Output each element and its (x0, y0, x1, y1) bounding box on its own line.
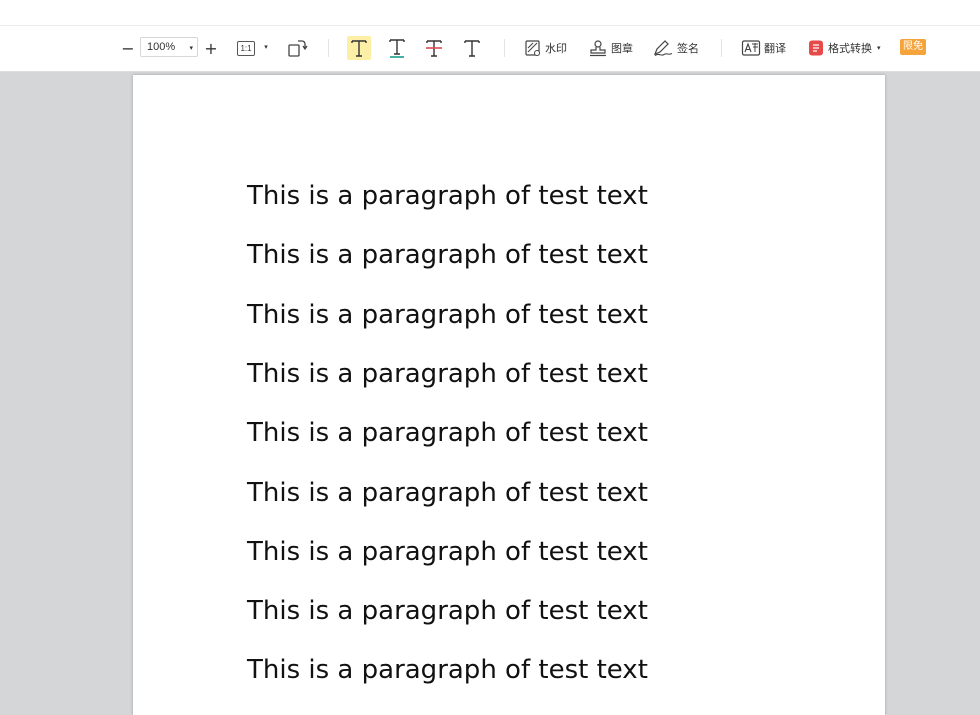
rotate-button[interactable] (286, 38, 308, 58)
toolbar-divider (721, 39, 722, 57)
zoom-select[interactable]: 100% ▾ (140, 37, 198, 57)
toolbar: − 100% ▾ + 1:1 ▾ 水印 图章 签名 翻译 格式转换 ▾ 限免 (0, 26, 980, 72)
stamp-label: 图章 (611, 42, 633, 55)
paragraph: This is a paragraph of test text (247, 300, 648, 330)
title-strip (0, 0, 980, 26)
paragraph: This is a paragraph of test text (247, 537, 648, 567)
translate-icon (741, 40, 761, 56)
paragraph: This is a paragraph of test text (247, 596, 648, 626)
watermark-label: 水印 (545, 42, 567, 55)
strikethrough-text-button[interactable] (422, 36, 446, 60)
paragraph: This is a paragraph of test text (247, 418, 648, 448)
chevron-down-icon: ▾ (189, 45, 193, 52)
watermark-icon (525, 40, 540, 56)
add-text-icon (464, 40, 480, 57)
paragraph: This is a paragraph of test text (247, 478, 648, 508)
free-badge: 限免 (900, 39, 926, 55)
format-convert-label: 格式转换 (828, 42, 872, 55)
format-convert-icon (809, 40, 823, 56)
document-page: This is a paragraph of test text This is… (133, 75, 885, 715)
paragraph: This is a paragraph of test text (247, 181, 648, 211)
chevron-down-icon[interactable]: ▾ (262, 42, 270, 52)
signature-icon (653, 40, 673, 56)
actual-size-icon: 1:1 (237, 40, 255, 56)
strikethrough-text-icon (426, 40, 442, 57)
zoom-in-button[interactable]: + (203, 38, 219, 58)
translate-button[interactable]: 翻译 (741, 38, 786, 58)
signature-label: 签名 (677, 42, 699, 55)
rotate-icon (288, 40, 308, 57)
highlight-text-button[interactable] (347, 36, 371, 60)
paragraph: This is a paragraph of test text (247, 655, 648, 685)
translate-label: 翻译 (764, 42, 786, 55)
stamp-button[interactable]: 图章 (588, 38, 633, 58)
format-convert-button[interactable]: 格式转换 ▾ (807, 38, 881, 58)
add-text-button[interactable] (460, 36, 484, 60)
actual-size-button[interactable]: 1:1 (236, 39, 256, 57)
toolbar-divider (504, 39, 505, 57)
underline-text-icon (389, 39, 405, 58)
zoom-out-button[interactable]: − (120, 38, 136, 58)
stamp-icon (590, 40, 606, 57)
paragraph: This is a paragraph of test text (247, 359, 648, 389)
toolbar-divider (328, 39, 329, 57)
chevron-down-icon: ▾ (877, 44, 881, 52)
paragraph: This is a paragraph of test text (247, 240, 648, 270)
highlight-text-icon (351, 40, 367, 57)
underline-text-button[interactable] (385, 36, 409, 60)
watermark-button[interactable]: 水印 (524, 38, 567, 58)
zoom-value: 100% (147, 41, 176, 53)
signature-button[interactable]: 签名 (652, 38, 699, 58)
